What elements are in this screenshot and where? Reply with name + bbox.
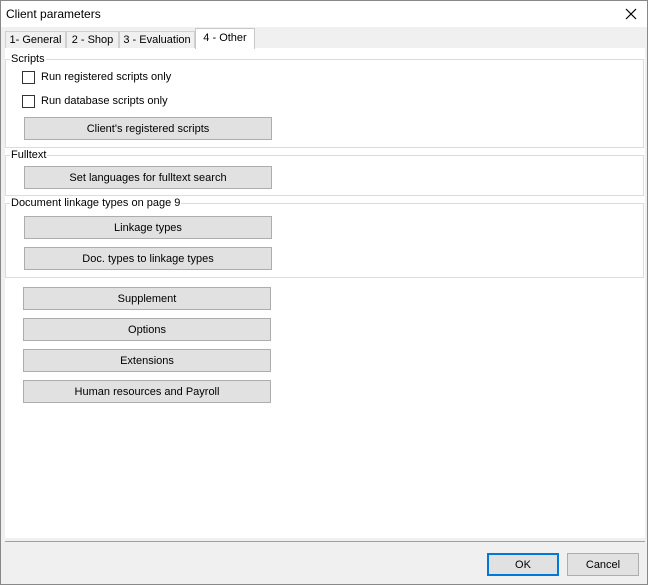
checkbox-box[interactable] [22, 94, 35, 108]
tab-strip: 1- General 2 - Shop 3 - Evaluation 4 - O… [5, 28, 645, 49]
linkage-types-button[interactable]: Linkage types [24, 216, 272, 239]
tab-general[interactable]: 1- General [5, 31, 66, 49]
linkage-group-label: Document linkage types on page 9 [10, 196, 182, 210]
checkbox-label: Run registered scripts only [41, 71, 172, 83]
tab-label: 2 - Shop [71, 34, 114, 46]
tab-label: 4 - Other [203, 32, 247, 44]
tab-evaluation[interactable]: 3 - Evaluation [119, 31, 195, 49]
title-bar: Client parameters [1, 1, 647, 27]
hr-payroll-button[interactable]: Human resources and Payroll [23, 380, 271, 403]
scripts-group: Scripts Run registered scripts only Run … [5, 52, 644, 148]
options-button[interactable]: Options [23, 318, 271, 341]
close-icon [625, 8, 637, 20]
window-title: Client parameters [6, 7, 101, 21]
footer-separator [5, 541, 645, 542]
scripts-group-label: Scripts [10, 52, 46, 66]
fulltext-group: Fulltext Set languages for fulltext sear… [5, 148, 644, 196]
linkage-group: Document linkage types on page 9 Linkage… [5, 196, 644, 278]
client-parameters-dialog: Client parameters 1- General 2 - Shop 3 … [0, 0, 648, 585]
tab-label: 3 - Evaluation [123, 34, 191, 46]
supplement-button[interactable]: Supplement [23, 287, 271, 310]
doc-types-linkage-button[interactable]: Doc. types to linkage types [24, 247, 272, 270]
tab-other[interactable]: 4 - Other [195, 28, 255, 49]
ok-button[interactable]: OK [487, 553, 559, 576]
registered-scripts-button[interactable]: Client's registered scripts [24, 117, 272, 140]
close-button[interactable] [615, 1, 647, 27]
tab-label: 1- General [9, 34, 62, 46]
extensions-button[interactable]: Extensions [23, 349, 271, 372]
run-database-scripts-checkbox[interactable]: Run database scripts only [22, 93, 168, 109]
cancel-button[interactable]: Cancel [567, 553, 639, 576]
run-registered-scripts-checkbox[interactable]: Run registered scripts only [22, 69, 171, 85]
set-languages-button[interactable]: Set languages for fulltext search [24, 166, 272, 189]
checkbox-label: Run database scripts only [41, 95, 168, 107]
tab-panel-other: Scripts Run registered scripts only Run … [5, 48, 645, 538]
tab-shop[interactable]: 2 - Shop [66, 31, 119, 49]
checkbox-box[interactable] [22, 70, 35, 84]
fulltext-group-label: Fulltext [10, 148, 48, 162]
